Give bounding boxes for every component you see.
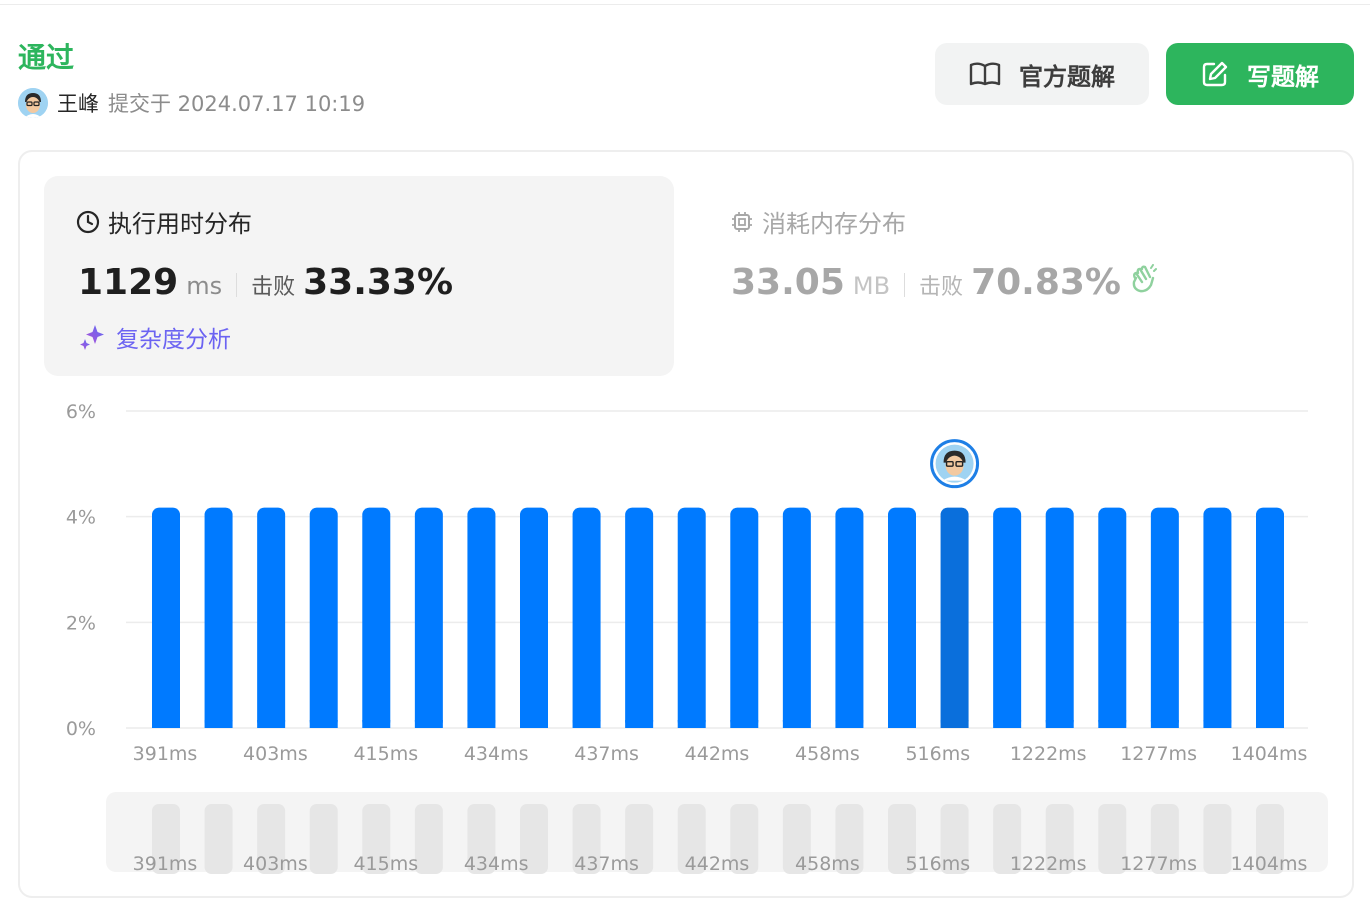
bar-base: [677, 720, 706, 728]
x-tick-label: 415ms: [353, 743, 418, 765]
navigator-tick-label: 437ms: [574, 853, 639, 875]
bar[interactable]: [888, 507, 916, 728]
navigator-bar: [204, 804, 233, 874]
bar-base: [152, 720, 180, 728]
bar-base: [309, 720, 338, 728]
bar-base: [1045, 720, 1074, 728]
bar-base: [362, 720, 391, 728]
navigator-bar: [1203, 804, 1232, 874]
x-tick-label: 1222ms: [1010, 743, 1087, 765]
bar[interactable]: [835, 507, 864, 728]
bar[interactable]: [257, 507, 286, 728]
navigator-tick-label: 1222ms: [1010, 853, 1087, 875]
navigator-tick-label: 1277ms: [1120, 853, 1197, 875]
bar[interactable]: [414, 507, 443, 728]
bar[interactable]: [625, 507, 654, 728]
bar[interactable]: [1256, 507, 1284, 728]
bar-base: [730, 720, 759, 728]
bar-base: [572, 720, 601, 728]
bar-base: [888, 720, 916, 728]
bar[interactable]: [572, 507, 601, 728]
bar-base: [1256, 720, 1284, 728]
x-tick-label: 437ms: [574, 743, 639, 765]
bar[interactable]: [467, 507, 496, 728]
bar[interactable]: [782, 507, 811, 728]
x-tick-label: 403ms: [243, 743, 308, 765]
navigator-tick-label: 1404ms: [1231, 853, 1308, 875]
bar-base: [204, 720, 233, 728]
bar[interactable]: [204, 507, 233, 728]
bar[interactable]: [520, 507, 548, 728]
navigator-tick-label: 442ms: [685, 853, 750, 875]
y-tick-label: 4%: [66, 507, 96, 529]
navigator-bar: [309, 804, 338, 874]
bar-base: [467, 720, 496, 728]
bar-base: [1150, 720, 1179, 728]
bar[interactable]: [993, 507, 1022, 728]
x-tick-label: 434ms: [464, 743, 529, 765]
bar-base: [1098, 720, 1127, 728]
bar[interactable]: [1203, 507, 1232, 728]
runtime-distribution-chart: 0% 2% 4% 6% 391ms 391ms 403ms 403ms 415ms 415ms 4…: [66, 401, 1328, 875]
bar-base: [782, 720, 811, 728]
bar-base: [1203, 720, 1232, 728]
bar-base: [257, 720, 286, 728]
user-position-marker[interactable]: [930, 439, 980, 489]
y-tick-label: 6%: [66, 401, 96, 423]
bar[interactable]: [730, 507, 759, 728]
x-tick-label: 442ms: [685, 743, 750, 765]
navigator-tick-label: 434ms: [464, 853, 529, 875]
bar[interactable]: [1150, 507, 1179, 728]
y-tick-label: 2%: [66, 612, 96, 634]
bar[interactable]: [152, 507, 180, 728]
bar-current-submission[interactable]: [940, 507, 969, 728]
bar[interactable]: [362, 507, 391, 728]
bar-base: [625, 720, 654, 728]
x-tick-label: 1277ms: [1120, 743, 1197, 765]
bar-base: [520, 720, 548, 728]
bar[interactable]: [1098, 507, 1127, 728]
bar-base: [835, 720, 864, 728]
x-tick-label: 516ms: [905, 743, 970, 765]
navigator-bar: [414, 804, 443, 874]
navigator-tick-label: 516ms: [905, 853, 970, 875]
x-tick-label: 1404ms: [1231, 743, 1308, 765]
bar-base: [993, 720, 1022, 728]
bar[interactable]: [1045, 507, 1074, 728]
navigator-tick-label: 403ms: [243, 853, 308, 875]
navigator-tick-label: 415ms: [353, 853, 418, 875]
bar[interactable]: [309, 507, 338, 728]
x-tick-label: 458ms: [795, 743, 860, 765]
navigator-tick-label: 458ms: [795, 853, 860, 875]
x-tick-label: 391ms: [133, 743, 198, 765]
y-tick-label: 0%: [66, 718, 96, 740]
navigator-tick-label: 391ms: [133, 853, 198, 875]
bar-base: [414, 720, 443, 728]
bar[interactable]: [677, 507, 706, 728]
bar-base: [940, 720, 969, 728]
